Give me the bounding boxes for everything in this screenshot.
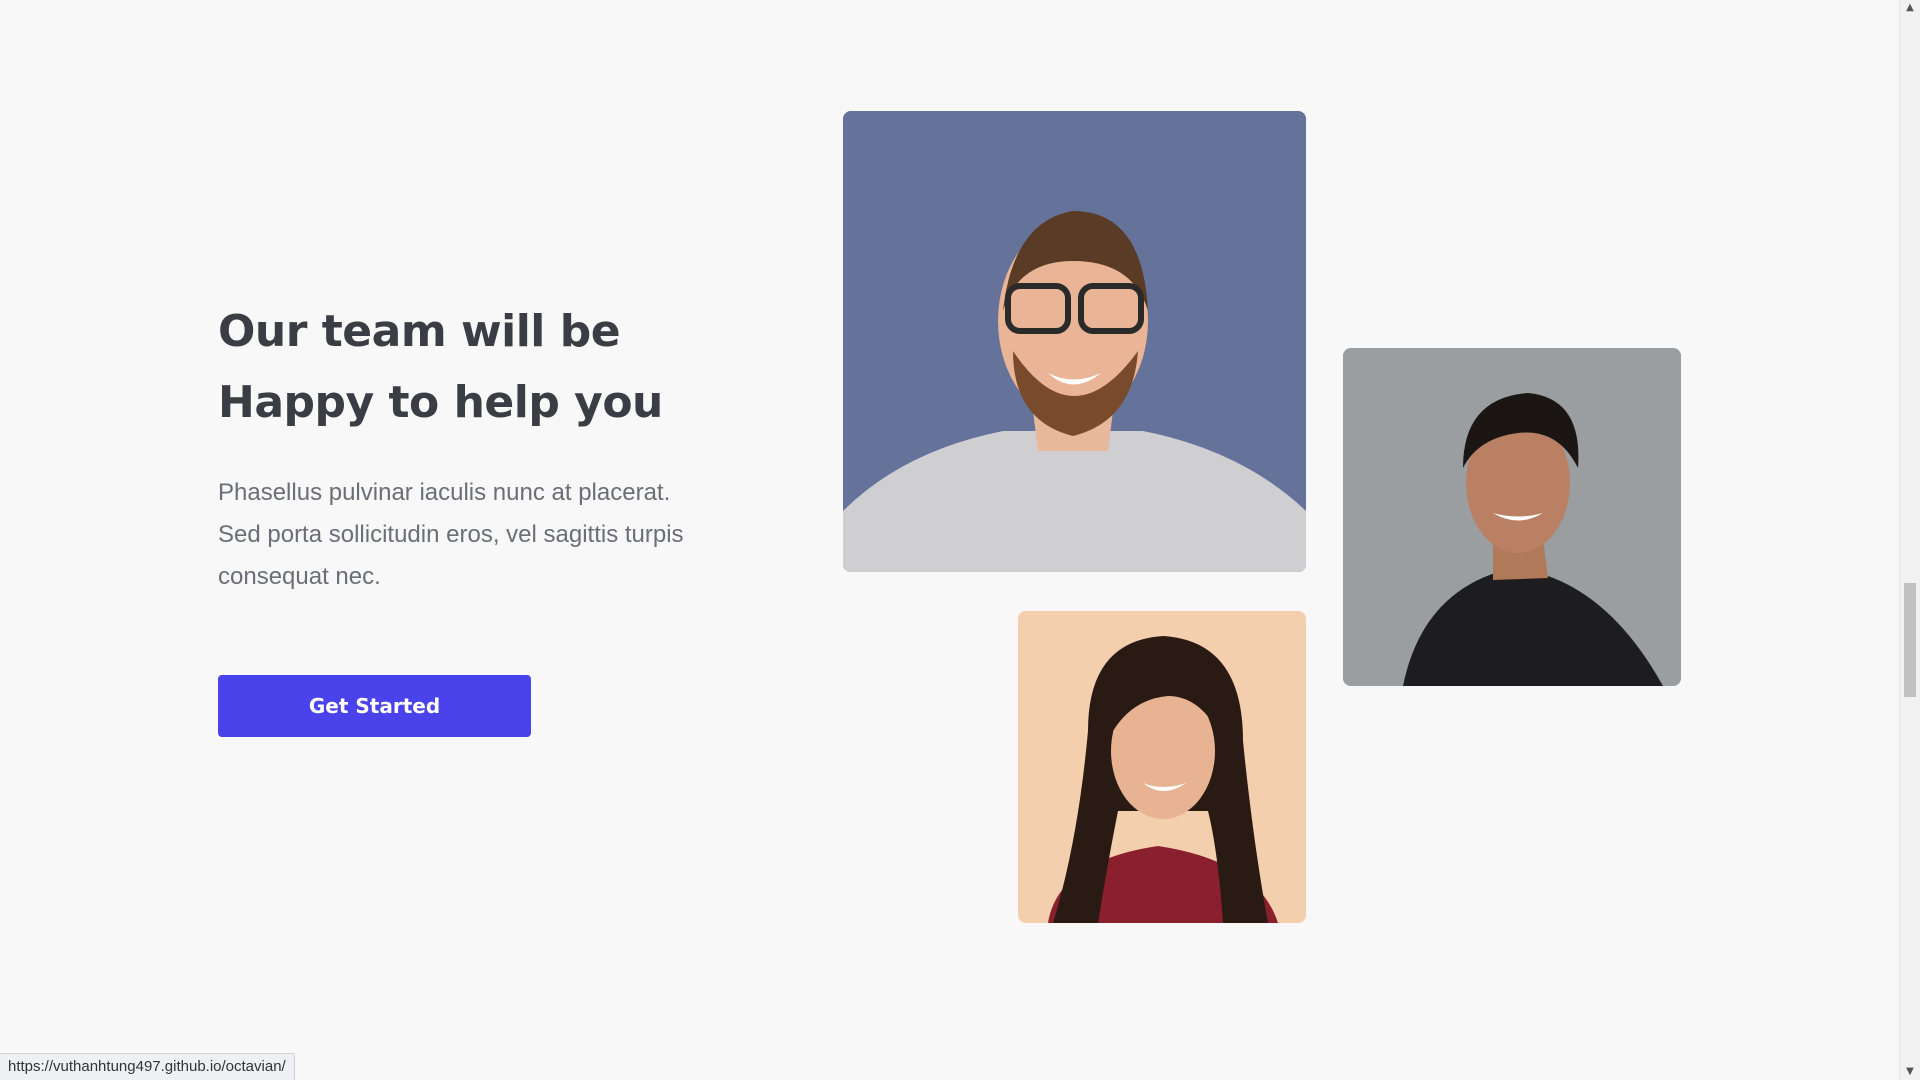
section-heading: Our team will be Happy to help you [218, 296, 818, 438]
vertical-scrollbar[interactable]: ▲ ▼ [1899, 0, 1920, 1080]
section-description: Phasellus pulvinar iaculis nunc at place… [218, 479, 684, 590]
team-photo-man-glasses [843, 111, 1306, 572]
portrait-illustration [1018, 611, 1306, 923]
page: Our team will be Happy to help you Phase… [0, 0, 1920, 1080]
team-photo-man-black-shirt [1343, 348, 1681, 686]
heading-line-1: Our team will be [218, 306, 621, 357]
portrait-illustration [1343, 348, 1681, 686]
scrollbar-thumb[interactable] [1904, 583, 1916, 697]
scroll-up-arrow-icon[interactable]: ▲ [1900, 0, 1920, 16]
scroll-down-arrow-icon[interactable]: ▼ [1900, 1064, 1920, 1080]
heading-line-2: Happy to help you [218, 377, 663, 428]
portrait-illustration [843, 111, 1306, 572]
status-bar-url: https://vuthanhtung497.github.io/octavia… [0, 1053, 295, 1080]
team-photo-woman [1018, 611, 1306, 923]
get-started-button[interactable]: Get Started [218, 675, 531, 737]
